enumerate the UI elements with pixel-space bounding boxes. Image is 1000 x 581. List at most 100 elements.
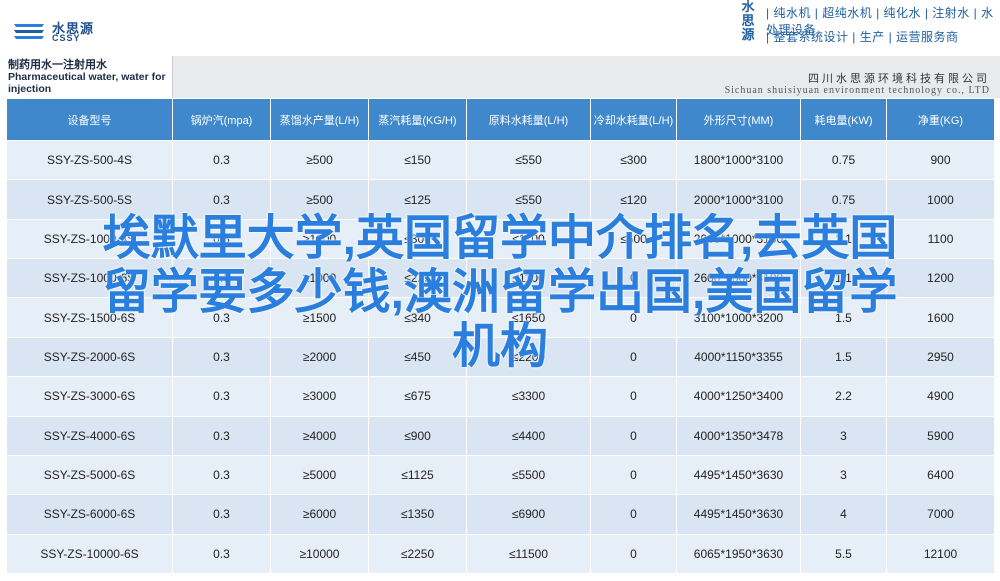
table-cell: 4495*1450*3630 bbox=[676, 454, 801, 496]
table-cell: 0 bbox=[590, 336, 677, 378]
table-cell: ≤2250 bbox=[368, 533, 467, 575]
table-cell: 4000*1350*3478 bbox=[676, 415, 801, 456]
table-cell: 0.3 bbox=[172, 415, 271, 456]
brand-char: 思 bbox=[741, 13, 755, 28]
table-cell: 2950 bbox=[886, 336, 995, 378]
table-cell: 5900 bbox=[886, 415, 995, 456]
table-cell: SSY-ZS-1000-4S bbox=[6, 218, 173, 260]
table-cell: 0.3 bbox=[172, 454, 271, 496]
table-cell: ≤1100 bbox=[466, 218, 591, 260]
table-cell: 2000*1000*3100 bbox=[676, 218, 801, 260]
table-cell: SSY-ZS-1000-6S bbox=[6, 258, 173, 299]
table-cell: ≥5000 bbox=[270, 454, 369, 496]
table-cell: 0.3 bbox=[172, 218, 271, 260]
table-cell: 1.1 bbox=[800, 218, 887, 260]
table-cell: ≤1125 bbox=[368, 454, 467, 496]
table-cell: SSY-ZS-500-4S bbox=[6, 139, 173, 181]
table-cell: 1.5 bbox=[800, 297, 887, 338]
table-cell: 0 bbox=[590, 297, 677, 338]
table-row: SSY-ZS-3000-6S 0.3 ≥3000 ≤675 ≤3300 0 4000*125… bbox=[6, 376, 995, 417]
table-row: SSY-ZS-1500-6S 0.3 ≥1500 ≤340 ≤1650 0 3100*100… bbox=[6, 297, 995, 338]
table-cell: 6065*1950*3630 bbox=[676, 533, 801, 575]
table-cell: ≤340 bbox=[368, 297, 467, 338]
table-cell: 4000*1150*3355 bbox=[676, 336, 801, 378]
table-cell: 0.3 bbox=[172, 258, 271, 299]
table-cell: ≤550 bbox=[466, 139, 591, 181]
table-cell: 0 bbox=[590, 494, 677, 535]
table-cell: 0.3 bbox=[172, 533, 271, 575]
column-header: 锅炉汽(mpa) bbox=[172, 98, 271, 141]
column-header: 冷却水耗量(L/H) bbox=[590, 98, 677, 141]
table-cell: SSY-ZS-10000-6S bbox=[6, 533, 173, 575]
table-cell: 2600*1000*3100 bbox=[676, 258, 801, 299]
table-cell: 0.3 bbox=[172, 494, 271, 535]
table-cell: 6400 bbox=[886, 454, 995, 496]
table-cell: 5.5 bbox=[800, 533, 887, 575]
table-cell: SSY-ZS-2000-6S bbox=[6, 336, 173, 378]
table-cell: 0.3 bbox=[172, 179, 271, 220]
table-cell: 2.2 bbox=[800, 376, 887, 417]
table-cell: 0.3 bbox=[172, 376, 271, 417]
table-cell: 0 bbox=[590, 376, 677, 417]
table-cell: 2000*1000*3100 bbox=[676, 179, 801, 220]
table-row: SSY-ZS-1000-4S 0.3 ≥1000 ≤300 ≤1100 ≤600 2000*… bbox=[6, 218, 995, 260]
table-cell: 1100 bbox=[886, 218, 995, 260]
table-cell: ≤300 bbox=[590, 139, 677, 181]
column-header: 外形尺寸(MM) bbox=[676, 98, 801, 141]
brand-char: 水 bbox=[741, 0, 755, 14]
table-cell: ≥6000 bbox=[270, 494, 369, 535]
table-cell: 0.3 bbox=[172, 336, 271, 378]
column-header: 设备型号 bbox=[6, 98, 173, 141]
table-cell: ≤1650 bbox=[466, 297, 591, 338]
table-cell: ≥1000 bbox=[270, 258, 369, 299]
table-cell: ≤450 bbox=[368, 336, 467, 378]
product-title-block: 制药用水一注射用水 Pharmaceutical water, water fo… bbox=[0, 56, 173, 98]
table-cell: ≤150 bbox=[368, 139, 467, 181]
table-cell: 0.75 bbox=[800, 139, 887, 181]
product-english-title-line1: Pharmaceutical water, water for bbox=[8, 71, 166, 83]
table-cell: 1.1 bbox=[800, 258, 887, 299]
table-cell: ≤6900 bbox=[466, 494, 591, 535]
table-cell: 12100 bbox=[886, 533, 995, 575]
column-header: 净重(KG) bbox=[886, 98, 995, 141]
table-cell: 4900 bbox=[886, 376, 995, 417]
table-cell: ≥500 bbox=[270, 179, 369, 220]
table-cell: ≤1100 bbox=[466, 258, 591, 299]
table-cell: ≤675 bbox=[368, 376, 467, 417]
table-cell: SSY-ZS-5000-6S bbox=[6, 454, 173, 496]
company-chinese-name: 四川水思源环境科技有限公司 bbox=[808, 73, 990, 85]
brand-logo[interactable]: 水思源 CSSY bbox=[12, 16, 132, 46]
table-cell: 4495*1450*3630 bbox=[676, 494, 801, 535]
table-cell: ≥10000 bbox=[270, 533, 369, 575]
product-english-title-line2: injection bbox=[8, 83, 52, 95]
table-cell: 4000*1250*3400 bbox=[676, 376, 801, 417]
table-cell: ≤225 bbox=[368, 258, 467, 299]
table-cell: SSY-ZS-500-5S bbox=[6, 179, 173, 220]
company-english-name: Sichuan shuisiyuan environment technolog… bbox=[724, 85, 990, 96]
table-cell: ≥3000 bbox=[270, 376, 369, 417]
table-cell: SSY-ZS-1500-6S bbox=[6, 297, 173, 338]
table-cell: 0.3 bbox=[172, 297, 271, 338]
logo-english-name: CSSY bbox=[52, 33, 81, 43]
table-cell: 7000 bbox=[886, 494, 995, 535]
table-cell: 0 bbox=[590, 415, 677, 456]
table-row: SSY-ZS-10000-6S 0.3 ≥10000 ≤2250 ≤11500 0 6065… bbox=[6, 533, 995, 575]
table-cell: 1800*1000*3100 bbox=[676, 139, 801, 181]
table-header-row: 设备型号 锅炉汽(mpa) 蒸馏水产量(L/H) 蒸汽耗量(KG/H) 原料水耗量(L/… bbox=[6, 98, 995, 141]
slogan-line-2: | 整套系统设计 | 生产 | 运营服务商 bbox=[766, 30, 959, 44]
water-drop-logo-icon bbox=[14, 24, 44, 39]
table-cell: ≥2000 bbox=[270, 336, 369, 378]
table-cell: 3 bbox=[800, 415, 887, 456]
product-banner: 制药用水一注射用水 Pharmaceutical water, water fo… bbox=[0, 56, 1000, 98]
table-row: SSY-ZS-4000-6S 0.3 ≥4000 ≤900 ≤4400 0 4000*135… bbox=[6, 415, 995, 456]
table-cell: ≤600 bbox=[590, 218, 677, 260]
table-row: SSY-ZS-5000-6S 0.3 ≥5000 ≤1125 ≤5500 0 4495*14… bbox=[6, 454, 995, 496]
column-header: 原料水耗量(L/H) bbox=[466, 98, 591, 141]
table-cell: ≤5500 bbox=[466, 454, 591, 496]
table-cell: 0.3 bbox=[172, 139, 271, 181]
table-cell: 1000 bbox=[886, 179, 995, 220]
table-row: SSY-ZS-2000-6S 0.3 ≥2000 ≤450 ≤2200 0 4000*115… bbox=[6, 336, 995, 378]
table-cell: 1200 bbox=[886, 258, 995, 299]
table-cell: ≥1000 bbox=[270, 218, 369, 260]
table-cell: ≤900 bbox=[368, 415, 467, 456]
